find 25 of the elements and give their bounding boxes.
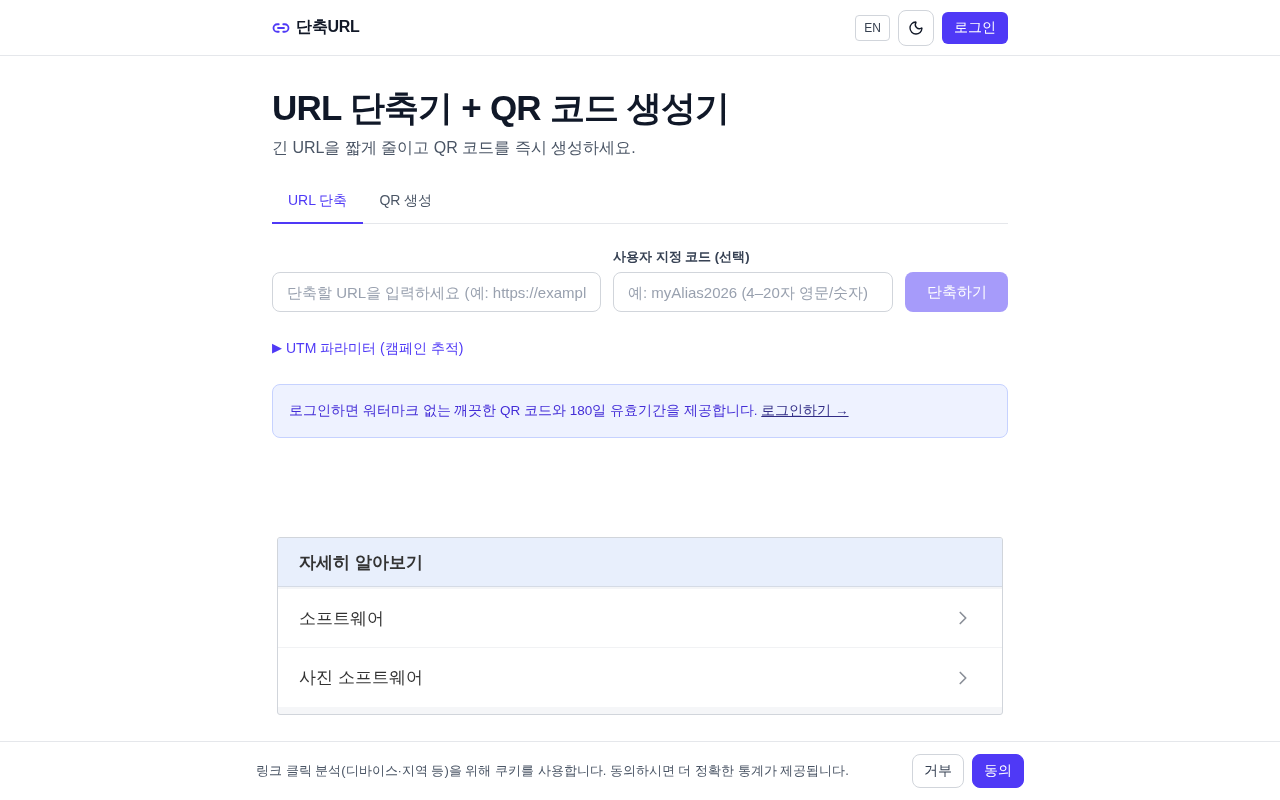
- login-link[interactable]: 로그인하기 →: [761, 403, 849, 418]
- page-title: URL 단축기 + QR 코드 생성기: [272, 87, 731, 129]
- field-label: 사용자 지정 코드 (선택): [613, 248, 751, 266]
- alias-input-field[interactable]: 예: myAlias2026 (4–20자 영문/숫자): [613, 272, 893, 312]
- item-label: 사진 소프트웨어: [299, 667, 423, 689]
- decline-button[interactable]: 거부: [912, 754, 964, 788]
- learn-more-item[interactable]: 소프트웨어: [278, 587, 1002, 647]
- url-input-field[interactable]: 단축할 URL을 입력하세요 (예: https://exampl: [272, 272, 601, 312]
- login-button[interactable]: 로그인: [942, 11, 1008, 44]
- disclosure-marker: ▶: [272, 339, 282, 357]
- tab[interactable]: QR 생성: [363, 186, 449, 224]
- language-button[interactable]: EN: [855, 14, 890, 41]
- moon-icon: [908, 19, 924, 36]
- tab[interactable]: URL 단축: [272, 186, 364, 224]
- theme-toggle-button[interactable]: [898, 9, 934, 46]
- logo-link[interactable]: 단축URL: [272, 17, 360, 38]
- learn-more-item[interactable]: 사진 소프트웨어: [278, 647, 1002, 707]
- accept-button[interactable]: 동의: [972, 754, 1024, 788]
- utm-toggle[interactable]: ▶ UTM 파라미터 (캠페인 추적): [272, 338, 464, 358]
- cookie-message: 링크 클릭 분석(디바이스·지역 등)을 위해 쿠키를 사용합니다. 동의하시면 더 정확한 통계가 제공됩니다.: [256, 762, 849, 780]
- page-subtitle: 긴 URL을 짧게 줄이고 QR 코드를 즉시 생성하세요.: [272, 138, 637, 158]
- login-notice: 로그인하면 워터마크 없는 깨끗한 QR 코드와 180일 유효기간을 제공합니다. 로그인하기 →: [272, 384, 1008, 438]
- item-label: 소프트웨어: [299, 607, 384, 630]
- utm-toggle-label: UTM 파라미터 (캠페인 추적): [286, 339, 464, 358]
- section-heading: 자세히 알아보기: [278, 538, 1002, 587]
